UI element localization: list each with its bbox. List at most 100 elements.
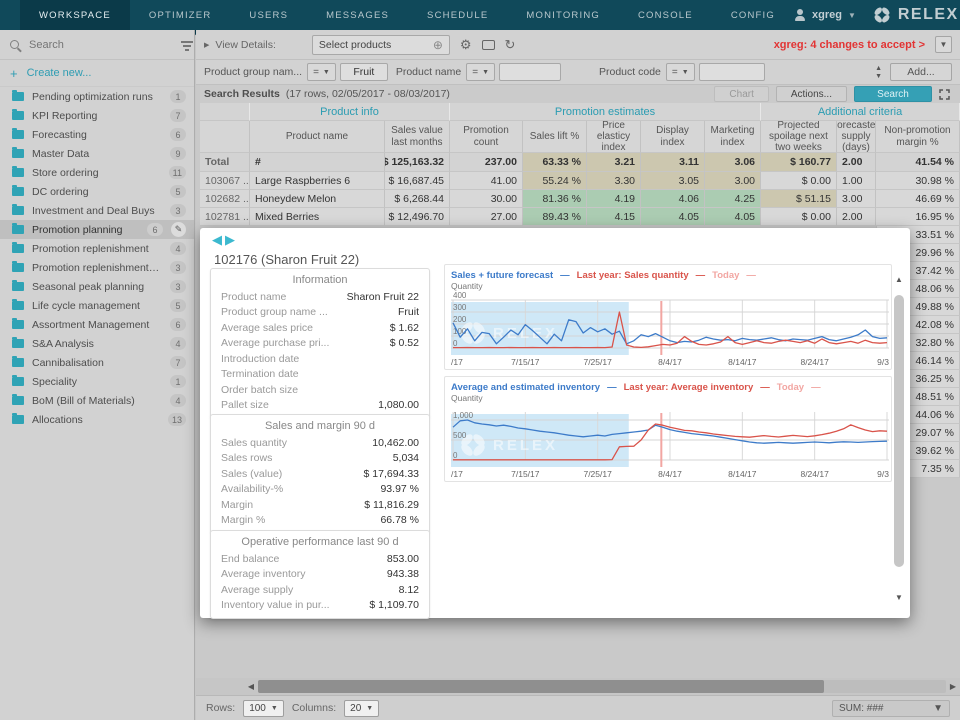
select-products-dropdown[interactable]: Select products ⊕ — [312, 35, 450, 55]
filter-operator-1[interactable]: =▼ — [466, 63, 495, 81]
sidebar-item-pending-optimization-runs[interactable]: Pending optimization runs1 — [0, 87, 194, 106]
cell-product-name: Honeydew Melon — [250, 190, 385, 208]
nav-right: xgreg ▼ RELEX — [794, 0, 960, 30]
column-header-forecasted-supply-days[interactable]: Forecasted supply (days) — [837, 121, 876, 153]
card-row-label: Margin — [221, 499, 253, 511]
legend-dash: — — [760, 382, 770, 393]
comment-icon[interactable] — [482, 40, 495, 50]
sum-aggregate-select[interactable]: SUM: ### ▼ — [832, 700, 950, 717]
sidebar-item-promotion-replenishment-dcs[interactable]: Promotion replenishment (DCs)3 — [0, 258, 194, 277]
folder-icon — [12, 415, 24, 424]
sidebar-item-master-data[interactable]: Master Data9 — [0, 144, 194, 163]
legend-dash: — — [607, 382, 617, 393]
create-new-button[interactable]: + Create new... — [0, 60, 194, 87]
svg-text:0: 0 — [453, 339, 458, 348]
user-menu[interactable]: xgreg ▼ — [794, 9, 856, 21]
nav-tab-users[interactable]: USERS — [230, 0, 307, 30]
legend-series-label: Sales + future forecast — [451, 270, 553, 281]
sidebar-item-bom-bill-of-materials[interactable]: BoM (Bill of Materials)4 — [0, 391, 194, 410]
scroll-down-icon[interactable]: ▼ — [895, 591, 903, 605]
svg-text:400: 400 — [453, 292, 467, 300]
scrollbar-thumb[interactable] — [258, 680, 824, 693]
scroll-left-icon[interactable]: ◀ — [244, 682, 258, 691]
view-details-toggle[interactable]: ▶ View Details: — [204, 39, 276, 51]
actions-button[interactable]: Actions... — [776, 86, 847, 102]
card-row: Inventory value in pur...$ 1,109.70 — [221, 598, 419, 614]
table-row[interactable]: 102682 ...Honeydew Melon$ 6,268.4430.008… — [200, 190, 960, 208]
column-header-marketing-index[interactable]: Marketing index — [705, 121, 761, 153]
cell-forecasted-supply-days: 1.00 — [837, 172, 876, 190]
column-header-sales-value-last-months[interactable]: Sales value last months — [385, 121, 450, 153]
scroll-right-icon[interactable]: ▶ — [946, 682, 960, 691]
chevron-down-icon: ▼ — [682, 69, 689, 76]
add-filter-button[interactable]: Add... — [890, 63, 952, 81]
filter-spinner[interactable]: ▲▼ — [875, 65, 882, 80]
column-header-projected-spoilage-next-two-weeks[interactable]: Projected spoilage next two weeks — [761, 121, 837, 153]
fullscreen-icon[interactable] — [939, 89, 950, 100]
nav-tab-schedule[interactable]: SCHEDULE — [408, 0, 507, 30]
folder-icon — [12, 149, 24, 158]
card-row-label: Product name — [221, 291, 286, 303]
search-input[interactable] — [27, 38, 173, 52]
pending-changes-notice[interactable]: xgreg: 4 changes to accept > — [774, 39, 925, 51]
sidebar-item-store-ordering[interactable]: Store ordering11 — [0, 163, 194, 182]
popup-scrollbar[interactable]: ▲ ▼ — [892, 273, 906, 605]
rows-select[interactable]: 100 ▼ — [243, 700, 284, 717]
scrollbar-track[interactable] — [258, 680, 946, 693]
search-button[interactable]: Search — [854, 86, 932, 102]
folder-icon — [12, 358, 24, 367]
filter-operator-0[interactable]: =▼ — [307, 63, 336, 81]
sidebar-item-life-cycle-management[interactable]: Life cycle management5 — [0, 296, 194, 315]
column-header-product-name[interactable]: Product name — [250, 121, 385, 153]
sidebar-item-promotion-replenishment[interactable]: Promotion replenishment4 — [0, 239, 194, 258]
nav-tab-config[interactable]: CONFIG — [712, 0, 794, 30]
filter-value-input-2[interactable] — [699, 63, 765, 81]
refresh-icon[interactable]: ↻ — [505, 38, 516, 51]
table-row[interactable]: 102781 ...Mixed Berries$ 12,496.7027.008… — [200, 208, 960, 226]
sidebar-item-dc-ordering[interactable]: DC ordering5 — [0, 182, 194, 201]
column-header-price-elasticy-index[interactable]: Price elasticy index — [587, 121, 641, 153]
sidebar-item-assortment-management[interactable]: Assortment Management6 — [0, 315, 194, 334]
column-header-promotion-count[interactable]: Promotion count — [450, 121, 523, 153]
columns-select[interactable]: 20 ▼ — [344, 700, 379, 717]
sidebar-item-label: Pending optimization runs — [32, 91, 162, 103]
cell-forecasted-supply-days: 2.00 — [837, 208, 876, 226]
previous-product-icon[interactable]: ◀ — [212, 232, 222, 248]
nav-tab-messages[interactable]: MESSAGES — [307, 0, 408, 30]
sidebar-item-speciality[interactable]: Speciality1 — [0, 372, 194, 391]
horizontal-scrollbar[interactable]: ◀ ▶ — [196, 678, 960, 695]
sidebar-item-label: Allocations — [32, 414, 160, 426]
chart-button[interactable]: Chart — [714, 86, 768, 102]
sidebar-item-kpi-reporting[interactable]: KPI Reporting7 — [0, 106, 194, 125]
toolbar-chevron-button[interactable]: ▼ — [935, 36, 952, 53]
nav-tab-monitoring[interactable]: MONITORING — [507, 0, 619, 30]
cell-sales-value-last-months: $ 16,687.45 — [385, 172, 450, 190]
sidebar-item-investment-and-deal-buys[interactable]: Investment and Deal Buys3 — [0, 201, 194, 220]
filter-value-input-1[interactable] — [499, 63, 561, 81]
filter-operator-2[interactable]: =▼ — [666, 63, 695, 81]
column-header-non-promotion-margin[interactable]: Non-promotion margin % — [876, 121, 960, 153]
scroll-up-icon[interactable]: ▲ — [895, 273, 903, 287]
cell-price-elasticy-index: 3.21 — [587, 153, 641, 172]
sidebar-item-seasonal-peak-planning[interactable]: Seasonal peak planning3 — [0, 277, 194, 296]
column-header-display-index[interactable]: Display index — [641, 121, 705, 153]
sidebar-item-forecasting[interactable]: Forecasting6 — [0, 125, 194, 144]
next-product-icon[interactable]: ▶ — [225, 232, 235, 248]
edit-pencil-icon[interactable]: ✎ — [171, 222, 186, 237]
popup-scrollbar-thumb[interactable] — [894, 295, 904, 567]
settings-gear-icon[interactable]: ⚙ — [460, 38, 472, 51]
filter-value-input-0[interactable]: Fruit — [340, 63, 388, 81]
folder-icon — [12, 111, 24, 120]
sidebar-item-promotion-planning[interactable]: Promotion planning6✎ — [0, 220, 194, 239]
sidebar-item-s-a-analysis[interactable]: S&A Analysis4 — [0, 334, 194, 353]
sidebar-item-allocations[interactable]: Allocations13 — [0, 410, 194, 429]
filter-icon[interactable] — [181, 41, 193, 43]
nav-tab-optimizer[interactable]: OPTIMIZER — [130, 0, 231, 30]
operator-value: = — [313, 67, 319, 78]
nav-tab-console[interactable]: CONSOLE — [619, 0, 712, 30]
table-total-row[interactable]: Total#$ 125,163.32237.0063.33 %3.213.113… — [200, 153, 960, 172]
column-header-sales-lift[interactable]: Sales lift % — [523, 121, 587, 153]
table-row[interactable]: 103067 ...Large Raspberries 6$ 16,687.45… — [200, 172, 960, 190]
nav-tab-workspace[interactable]: WORKSPACE — [20, 0, 130, 30]
sidebar-item-cannibalisation[interactable]: Cannibalisation7 — [0, 353, 194, 372]
